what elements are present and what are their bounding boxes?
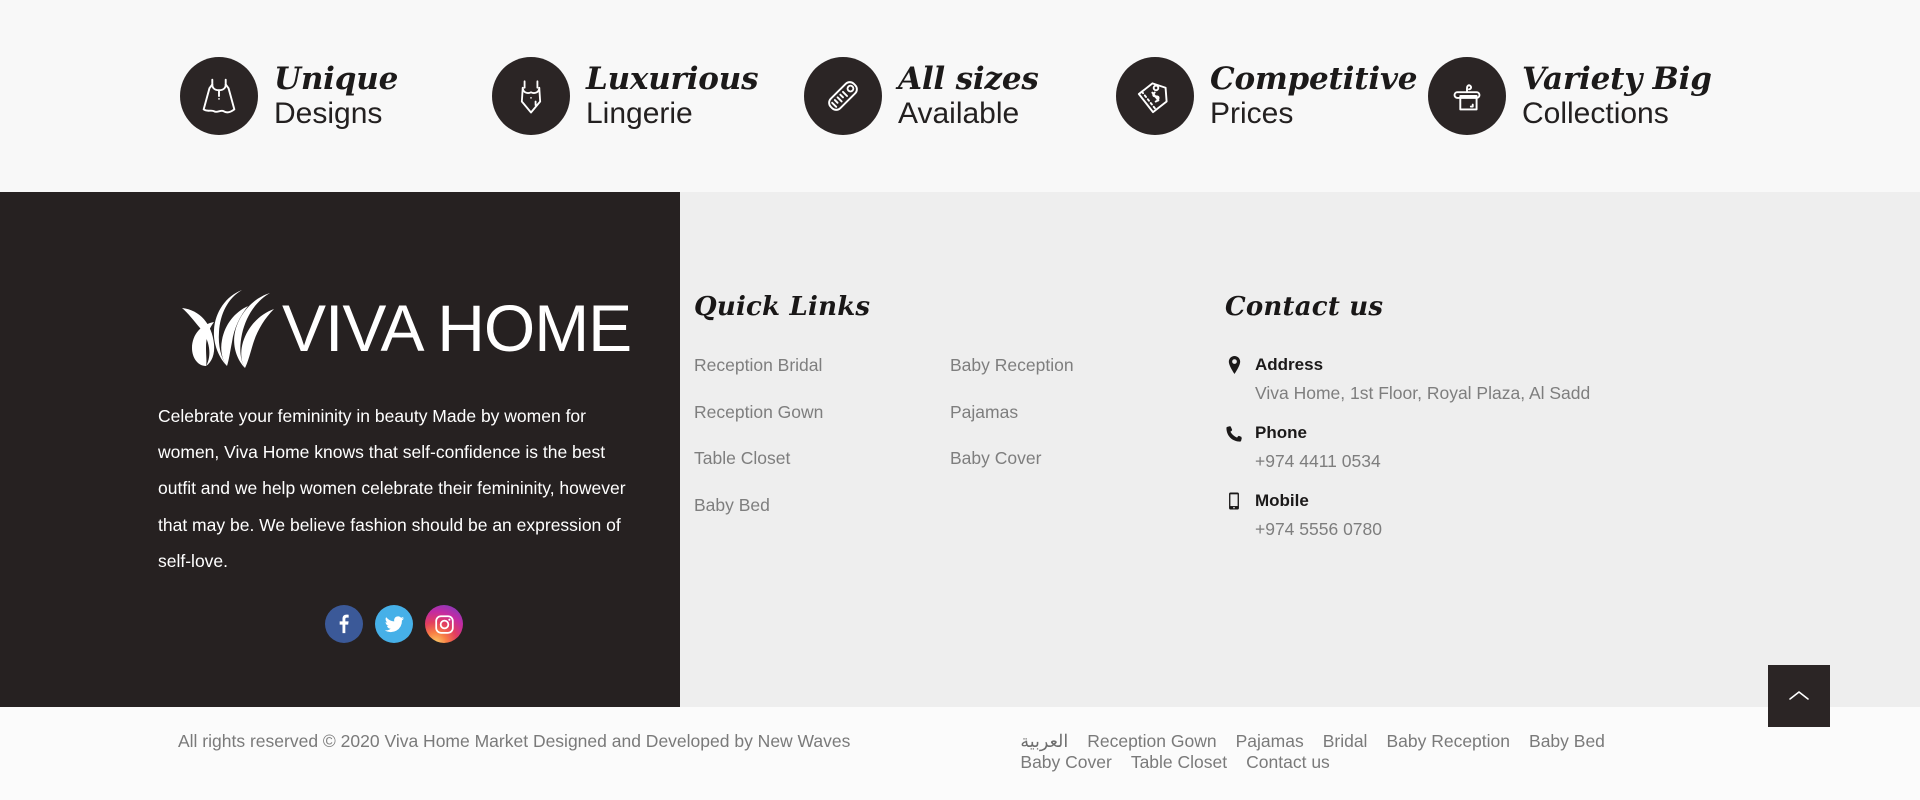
dress-icon — [180, 57, 258, 135]
footer-main: VIVA HOME Celebrate your femininity in b… — [0, 192, 1920, 707]
social-link-instagram[interactable] — [425, 605, 463, 644]
feature-title: All sizes — [898, 60, 1039, 97]
social-links — [325, 605, 463, 644]
feature-subtitle: Available — [898, 96, 1020, 130]
bottom-nav: العربية Reception Gown Pajamas Bridal Ba… — [1020, 731, 1620, 773]
scroll-to-top-button[interactable] — [1768, 665, 1830, 727]
social-link-facebook[interactable] — [325, 605, 363, 644]
contact-column: Contact us Address Viva Home, 1st Floor,… — [1225, 292, 1920, 707]
contact-value: +974 5556 0780 — [1255, 519, 1383, 539]
contact-label: Phone — [1255, 423, 1307, 442]
facebook-icon — [339, 614, 349, 634]
bottom-nav-item[interactable]: Baby Reception — [1386, 731, 1510, 751]
contact-value: Viva Home, 1st Floor, Royal Plaza, Al Sa… — [1255, 383, 1591, 403]
hanger-icon — [1428, 57, 1506, 135]
feature-subtitle: Prices — [1210, 96, 1294, 130]
feature-competitive-prices: Competitive Prices — [1116, 57, 1428, 135]
phone-icon — [1225, 425, 1243, 442]
bottom-nav-item[interactable]: Contact us — [1246, 752, 1330, 772]
bottom-nav-item[interactable]: Pajamas — [1236, 731, 1304, 751]
quick-link[interactable]: Baby Reception — [950, 355, 1206, 376]
quick-links-col-2: Baby Reception Pajamas Baby Cover — [950, 355, 1206, 541]
price-tag-icon — [1116, 57, 1194, 135]
lingerie-icon — [492, 57, 570, 135]
bottom-nav-item[interactable]: Baby Cover — [1020, 752, 1111, 772]
quick-links-col-1: Reception Bridal Reception Gown Table Cl… — [694, 355, 950, 541]
quick-link[interactable]: Baby Cover — [950, 448, 1206, 469]
contact-phone-block: Phone +974 4411 0534 — [1225, 423, 1920, 472]
quick-link[interactable]: Table Closet — [694, 448, 950, 469]
feature-title: Competitive — [1210, 60, 1418, 97]
bottom-bar: All rights reserved © 2020 Viva Home Mar… — [0, 665, 1920, 800]
copyright-text: All rights reserved © 2020 Viva Home Mar… — [178, 731, 851, 751]
quick-link[interactable]: Pajamas — [950, 402, 1206, 423]
feature-subtitle: Lingerie — [586, 96, 693, 130]
ruler-icon — [804, 57, 882, 135]
quick-links-heading: Quick Links — [694, 292, 871, 322]
contact-label: Address — [1255, 355, 1324, 374]
twitter-icon — [384, 615, 404, 632]
social-link-twitter[interactable] — [375, 605, 413, 644]
bottom-nav-item-arabic[interactable]: العربية — [1020, 731, 1068, 751]
location-pin-icon — [1225, 356, 1243, 374]
bottom-nav-item[interactable]: Reception Gown — [1087, 731, 1216, 751]
chevron-up-icon — [1789, 691, 1809, 700]
feature-all-sizes: All sizes Available — [804, 57, 1116, 135]
footer-info-panel: Quick Links Reception Bridal Reception G… — [680, 192, 1920, 707]
feature-subtitle: Collections — [1522, 96, 1669, 130]
feature-subtitle: Designs — [274, 96, 383, 130]
contact-label: Mobile — [1255, 491, 1309, 510]
feature-variety-big-collections: Variety Big Collections — [1428, 57, 1740, 135]
quick-link[interactable]: Baby Bed — [694, 495, 950, 516]
feature-luxurious-lingerie: Luxurious Lingerie — [492, 57, 804, 135]
footer-brand-panel: VIVA HOME Celebrate your femininity in b… — [0, 192, 680, 707]
bottom-nav-item[interactable]: Baby Bed — [1529, 731, 1605, 751]
feature-title: Unique — [274, 60, 399, 97]
site-logo[interactable]: VIVA HOME — [178, 282, 632, 374]
features-strip: Unique Designs Luxurious Lingerie All si… — [0, 0, 1920, 192]
bottom-nav-item[interactable]: Table Closet — [1131, 752, 1227, 772]
quick-links-column: Quick Links Reception Bridal Reception G… — [680, 292, 1225, 707]
quick-links-grid: Reception Bridal Reception Gown Table Cl… — [694, 355, 1225, 541]
contact-address-block: Address Viva Home, 1st Floor, Royal Plaz… — [1225, 355, 1920, 404]
logo-wordmark: VIVA HOME — [282, 291, 632, 365]
brand-description: Celebrate your femininity in beauty Made… — [158, 406, 626, 571]
feature-title: Luxurious — [586, 60, 759, 97]
quick-link[interactable]: Reception Gown — [694, 402, 950, 423]
contact-mobile-block: Mobile +974 5556 0780 — [1225, 491, 1920, 540]
feature-unique-designs: Unique Designs — [180, 57, 492, 135]
feature-title: Variety Big — [1522, 60, 1712, 97]
contact-heading: Contact us — [1225, 292, 1384, 322]
contact-value: +974 4411 0534 — [1255, 451, 1381, 471]
bottom-nav-item[interactable]: Bridal — [1323, 731, 1368, 751]
instagram-icon — [434, 614, 454, 634]
mobile-icon — [1225, 492, 1243, 510]
viva-home-logo-mark — [182, 290, 274, 368]
quick-link[interactable]: Reception Bridal — [694, 355, 950, 376]
